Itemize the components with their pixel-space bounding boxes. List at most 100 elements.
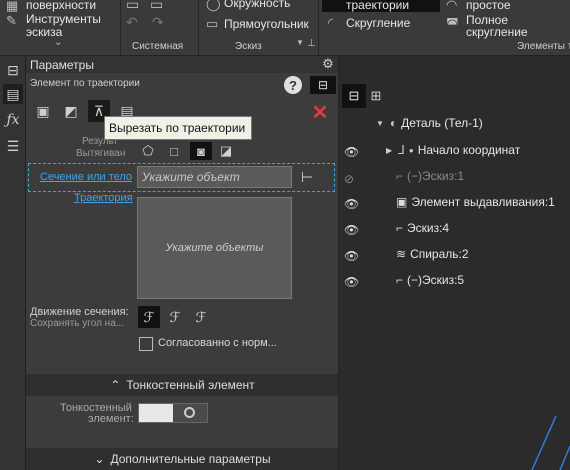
ribbon-separator: [318, 0, 319, 55]
surfaces-button[interactable]: поверхности: [26, 0, 96, 12]
ribbon-toolbar: ▦ поверхности ✎ Инструменты эскиза ⌄ ▭ ▭…: [0, 0, 570, 56]
cut-icon[interactable]: ◩: [60, 100, 82, 122]
sketch-icon: ⌐: [396, 273, 404, 287]
spiral-icon: ≋: [396, 247, 407, 261]
tooltip: Вырезать по траектории: [104, 116, 252, 140]
tree-toggle-icon[interactable]: ⊟: [3, 60, 23, 80]
rectangle-button[interactable]: Прямоугольник: [224, 17, 309, 31]
group-label-sketch: Эскиз: [235, 41, 262, 52]
chevron-up-icon: ⌃: [110, 378, 121, 392]
fillet-icon: ◜: [328, 15, 334, 30]
ribbon-separator: [120, 0, 121, 55]
panel-header: Параметры ⚙: [26, 56, 338, 73]
thin-wall-label-line2: элемент:: [88, 413, 134, 425]
help-icon[interactable]: ?: [284, 76, 302, 94]
tree-row[interactable]: ⌐ Эскиз:4: [396, 219, 449, 237]
result-new-body-icon[interactable]: ⬠: [138, 142, 158, 160]
select-object-icon[interactable]: ⊢: [296, 166, 318, 188]
model-tree-panel: ⊟ ⊞ ▼ ◐ Деталь (Тел-1) 👁 ▶ ⅃ ● Начало ко…: [340, 56, 570, 470]
thin-wall-toggle[interactable]: [138, 403, 208, 423]
surfaces-icon: ▦: [6, 0, 19, 13]
simple-fillet-icon: ◠: [446, 0, 458, 12]
simple-fillet-button[interactable]: простое: [466, 0, 511, 12]
panel-title: Параметры: [30, 58, 94, 72]
tree-structure-icon[interactable]: ⊟: [342, 84, 366, 108]
agreed-checkbox[interactable]: [139, 337, 153, 351]
tree-list-icon[interactable]: ⊞: [366, 84, 386, 108]
group-label-elements: Элементы т: [517, 41, 570, 52]
boss-icon[interactable]: ▣: [32, 100, 54, 122]
eye-icon[interactable]: 👁: [344, 223, 360, 237]
curve-line: [559, 445, 570, 470]
circle-button[interactable]: Окружность: [224, 0, 290, 10]
eye-hidden-icon[interactable]: ⊘: [344, 172, 360, 186]
extrusion-icon: ▣: [396, 195, 408, 209]
sketch-icon: ⌐: [396, 169, 404, 183]
close-icon[interactable]: ✕: [308, 100, 332, 124]
rectangle-icon: ▭: [206, 16, 219, 31]
result-intersect-icon[interactable]: ◪: [216, 142, 236, 160]
left-toolbar: ⊟ ▤ ƒx ☰: [0, 56, 26, 470]
tree-row-label: (−)Эскиз:1: [407, 169, 465, 183]
dropdown-arrow-icon[interactable]: ▼: [296, 38, 304, 47]
full-fillet-icon: ◚: [446, 16, 459, 31]
tree-row-label: Элемент выдавливания:1: [411, 195, 555, 209]
tree-row[interactable]: ▶ ⅃ ● Начало координат: [386, 141, 520, 159]
panel-subtitle: Элемент по траектории: [30, 78, 140, 89]
eye-icon[interactable]: 👁: [344, 197, 360, 211]
point-icon: ●: [408, 145, 414, 155]
motion-parallel-icon[interactable]: ℱ: [164, 306, 186, 328]
tree-row[interactable]: ▣ Элемент выдавливания:1: [396, 193, 555, 211]
tree-row-label: (−)Эскиз:5: [407, 273, 465, 287]
motion-orthogonal-icon[interactable]: ℱ: [190, 306, 212, 328]
eye-icon[interactable]: 👁: [344, 249, 360, 263]
tree-row[interactable]: ⌐ (−)Эскиз:1: [396, 167, 464, 185]
variables-fx-icon[interactable]: ƒx: [3, 110, 23, 130]
full-fillet-button-line2[interactable]: скругление: [466, 25, 528, 39]
chevron-down-icon: ⌄: [94, 452, 105, 466]
toggle-off-icon: [184, 407, 195, 418]
agreed-label: Согласованно с норм...: [158, 337, 277, 349]
origin-axes-icon: ⅃: [398, 143, 405, 157]
gear-icon[interactable]: ⚙: [320, 56, 336, 72]
expand-arrow-icon[interactable]: ▶: [386, 146, 392, 155]
parameters-icon[interactable]: ▤: [3, 84, 23, 104]
group-label-system: Системная: [132, 41, 184, 52]
tree-row[interactable]: ⌐ (−)Эскиз:5: [396, 271, 464, 289]
thin-wall-section-header[interactable]: ⌃ Тонкостенный элемент: [26, 374, 338, 396]
motion-keep-angle-icon[interactable]: ℱ: [138, 306, 160, 328]
tree-row-label: Эскиз:4: [407, 221, 450, 235]
trajectory-link[interactable]: Траектория: [74, 192, 133, 204]
pin-icon[interactable]: ⊥: [307, 38, 316, 49]
fillet-button[interactable]: Скругление: [346, 16, 410, 30]
collapse-arrow-icon[interactable]: ▼: [376, 119, 384, 128]
result-union-icon[interactable]: □: [164, 142, 184, 160]
circle-icon: ◯: [206, 0, 221, 11]
chevron-down-icon[interactable]: ⌄: [54, 37, 62, 48]
section-or-body-link[interactable]: Сечение или тело: [40, 171, 132, 183]
panel-icon[interactable]: ▭: [150, 0, 163, 13]
grid-icon[interactable]: ▭: [126, 0, 139, 13]
eye-icon[interactable]: 👁: [344, 275, 360, 289]
trajectory-button[interactable]: траектории: [346, 0, 409, 12]
tree-row[interactable]: ≋ Спираль:2: [396, 245, 469, 263]
part-icon: ◐: [389, 116, 398, 130]
sketch-tools-button[interactable]: Инструменты: [26, 12, 101, 26]
extrusion-label: Вытягиван: [76, 148, 126, 159]
section-input[interactable]: Укажите объект: [137, 166, 292, 188]
tree-row[interactable]: ▼ ◐ Деталь (Тел-1): [376, 114, 483, 132]
redo-icon[interactable]: ↷: [152, 14, 164, 31]
eye-icon[interactable]: 👁: [344, 145, 360, 159]
result-subtract-icon[interactable]: ◙: [190, 142, 212, 160]
tree-view-icon[interactable]: ⊟: [310, 76, 336, 94]
sketch-icon: ⌐: [396, 221, 404, 235]
viewport-curve: [531, 416, 570, 470]
layers-icon[interactable]: ☰: [3, 136, 23, 156]
additional-params-section-header[interactable]: ⌄ Дополнительные параметры: [26, 448, 338, 470]
keep-angle-label: Сохранять угол на...: [30, 318, 125, 329]
trajectory-input[interactable]: Укажите объекты: [137, 197, 292, 299]
tree-row-label: Начало координат: [417, 143, 521, 157]
undo-icon[interactable]: ↶: [126, 14, 138, 31]
motion-label: Движение сечения:: [30, 306, 129, 318]
additional-params-title: Дополнительные параметры: [110, 452, 271, 466]
